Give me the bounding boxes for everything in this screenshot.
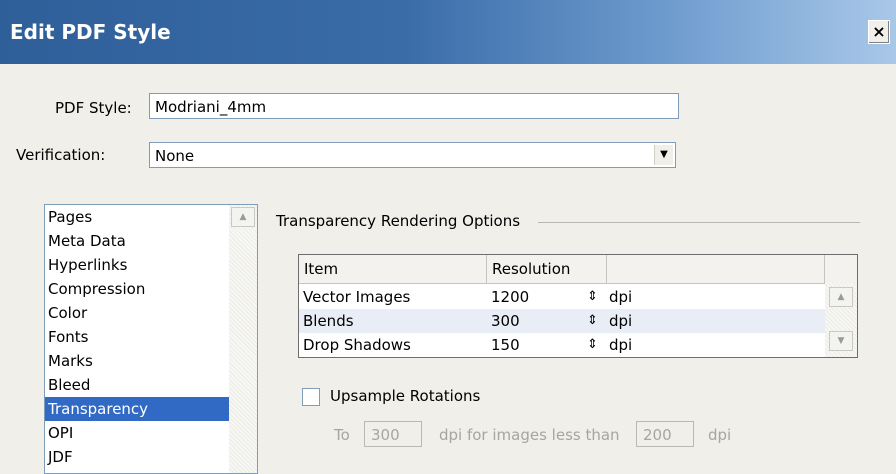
to-resolution-field[interactable]: 300 xyxy=(364,421,422,447)
upsample-rotations-checkbox[interactable] xyxy=(302,388,320,406)
row-unit: dpi xyxy=(609,336,633,354)
row-item: Vector Images xyxy=(303,288,411,306)
list-item-pages[interactable]: Pages xyxy=(45,205,257,229)
table-scrollbar[interactable]: ▲ ▼ xyxy=(825,283,857,357)
list-item-meta-data[interactable]: Meta Data xyxy=(45,229,257,253)
threshold-label: dpi for images less than xyxy=(439,426,620,444)
spinner-icon[interactable]: ⇕ xyxy=(587,285,598,309)
column-header-item[interactable]: Item xyxy=(299,255,487,283)
resolution-table[interactable]: Item Resolution Vector Images 1200 ⇕ dpi… xyxy=(298,254,858,358)
column-header-resolution[interactable]: Resolution xyxy=(487,255,607,283)
settings-category-list[interactable]: Pages Meta Data Hyperlinks Compression C… xyxy=(44,204,258,474)
row-item: Drop Shadows xyxy=(303,336,411,354)
list-item-marks[interactable]: Marks xyxy=(45,349,257,373)
to-label: To xyxy=(334,426,350,444)
table-header: Item Resolution xyxy=(299,255,857,284)
column-header-blank xyxy=(607,255,825,283)
verification-select[interactable]: None ▼ xyxy=(149,142,676,168)
table-row[interactable]: Drop Shadows 150 ⇕ dpi xyxy=(299,333,825,357)
row-resolution[interactable]: 150 xyxy=(491,333,520,357)
unit-label: dpi xyxy=(708,426,732,444)
list-item-fonts[interactable]: Fonts xyxy=(45,325,257,349)
list-item-bleed[interactable]: Bleed xyxy=(45,373,257,397)
verification-value: None xyxy=(155,147,195,165)
close-icon: × xyxy=(872,22,886,41)
spinner-icon[interactable]: ⇕ xyxy=(587,309,598,333)
group-title: Transparency Rendering Options xyxy=(276,212,523,230)
row-unit: dpi xyxy=(609,312,633,330)
row-item: Blends xyxy=(303,312,354,330)
pdf-style-value: Modriani_4mm xyxy=(155,98,267,116)
scroll-up-icon[interactable]: ▲ xyxy=(231,207,255,227)
list-item-color[interactable]: Color xyxy=(45,301,257,325)
list-item-jdf[interactable]: JDF xyxy=(45,445,257,469)
list-item-opi[interactable]: OPI xyxy=(45,421,257,445)
scroll-down-icon[interactable]: ▼ xyxy=(829,331,853,351)
table-row[interactable]: Vector Images 1200 ⇕ dpi xyxy=(299,285,825,309)
title-bar: Edit PDF Style × xyxy=(0,0,896,64)
list-item-compression[interactable]: Compression xyxy=(45,277,257,301)
pdf-style-input[interactable]: Modriani_4mm xyxy=(149,93,679,119)
pdf-style-label: PDF Style: xyxy=(55,99,132,117)
verification-label: Verification: xyxy=(16,146,106,164)
window-title: Edit PDF Style xyxy=(10,20,171,44)
list-scrollbar[interactable]: ▲ xyxy=(229,205,257,473)
table-row[interactable]: Blends 300 ⇕ dpi xyxy=(299,309,825,333)
threshold-resolution-field[interactable]: 200 xyxy=(636,421,694,447)
upsample-rotations-label[interactable]: Upsample Rotations xyxy=(330,387,480,405)
spinner-icon[interactable]: ⇕ xyxy=(587,333,598,357)
scroll-up-icon[interactable]: ▲ xyxy=(829,287,853,307)
group-divider xyxy=(538,222,860,223)
list-item-transparency[interactable]: Transparency xyxy=(45,397,232,421)
row-resolution[interactable]: 300 xyxy=(491,309,520,333)
list-item-hyperlinks[interactable]: Hyperlinks xyxy=(45,253,257,277)
row-unit: dpi xyxy=(609,288,633,306)
chevron-down-icon[interactable]: ▼ xyxy=(654,145,673,165)
row-resolution[interactable]: 1200 xyxy=(491,285,529,309)
close-button[interactable]: × xyxy=(868,20,890,44)
